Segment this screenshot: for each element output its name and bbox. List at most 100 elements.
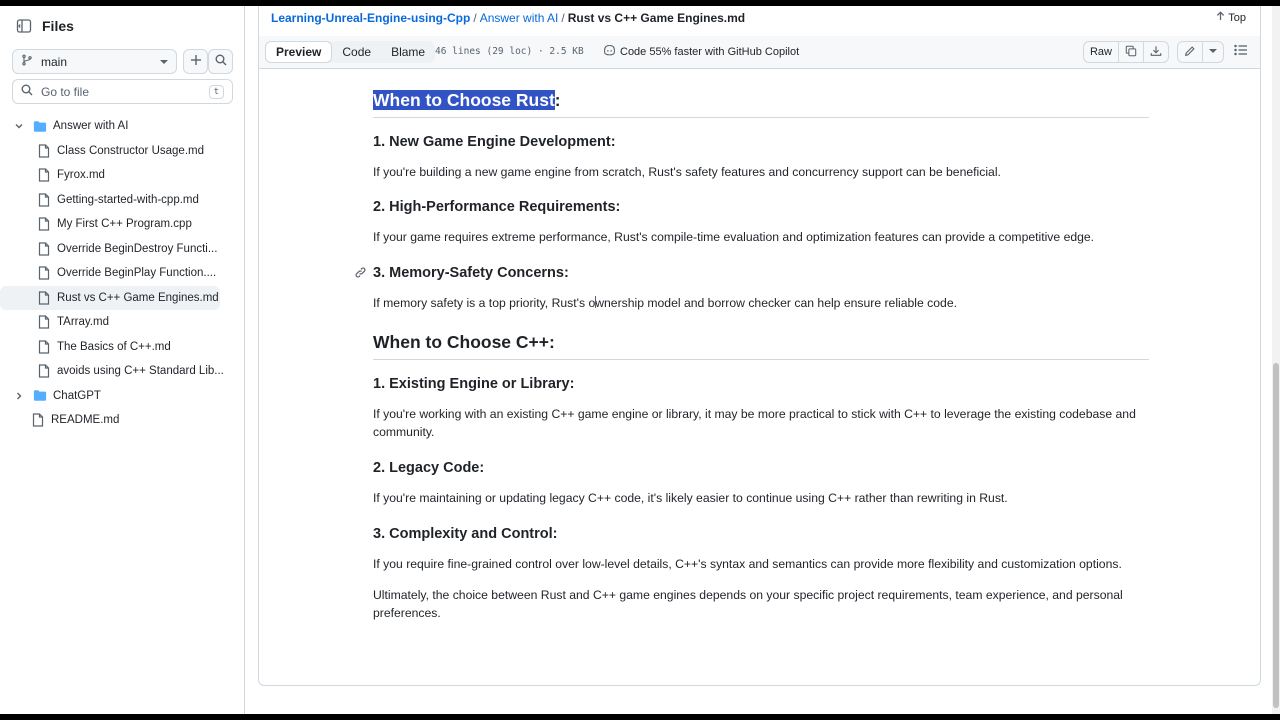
go-to-file-input[interactable]: Go to file t <box>12 79 233 104</box>
file-icon <box>37 217 51 231</box>
tree-file[interactable]: Override BeginPlay Function.... <box>0 261 244 286</box>
tree-item-label: Rust vs C++ Game Engines.md <box>57 291 219 304</box>
file-icon <box>37 291 51 305</box>
file-icon <box>37 242 51 256</box>
tree-item-label: avoids using C++ Standard Lib... <box>57 365 224 378</box>
tree-item-label: Fyrox.md <box>57 169 105 182</box>
edit-button[interactable] <box>1178 42 1203 62</box>
back-to-top-button[interactable]: Top <box>1216 11 1246 24</box>
heading-suffix: : <box>554 90 561 110</box>
file-actions: Raw <box>1075 41 1248 63</box>
breadcrumb-repo-link[interactable]: Learning-Unreal-Engine-using-Cpp <box>271 11 470 25</box>
tree-item-label: ChatGPT <box>53 389 101 402</box>
tree-item-label: Getting-started-with-cpp.md <box>57 193 199 206</box>
tab-preview[interactable]: Preview <box>265 41 333 63</box>
sidebar-header: Files <box>12 14 74 38</box>
tree-item-label: Class Constructor Usage.md <box>57 144 204 157</box>
caret-down-icon <box>1209 46 1217 58</box>
go-to-file-placeholder: Go to file <box>41 84 90 99</box>
back-to-top-label: Top <box>1228 12 1246 24</box>
link-icon[interactable] <box>354 266 367 283</box>
pencil-icon <box>1184 45 1196 60</box>
heading-rust-1: 1. New Game Engine Development: <box>373 134 616 150</box>
edit-actions-group <box>1177 41 1224 63</box>
heading-when-to-choose-cpp: When to Choose C++: <box>373 332 1149 360</box>
tree-file[interactable]: TArray.md <box>0 310 244 335</box>
tree-file[interactable]: Getting-started-with-cpp.md <box>0 188 244 213</box>
paragraph: If your game requires extreme performanc… <box>373 230 1095 244</box>
paragraph: If you require fine-grained control over… <box>373 557 1122 571</box>
copy-icon <box>1125 45 1137 60</box>
folder-icon <box>33 389 47 403</box>
copilot-promo-link[interactable]: Code 55% faster with GitHub Copilot <box>603 44 799 59</box>
heading-when-to-choose-rust: When to Choose Rust: <box>373 90 1149 118</box>
tree-item-label: TArray.md <box>57 316 109 329</box>
tree-folder-answer-with-ai[interactable]: Answer with AI <box>0 114 244 139</box>
view-mode-tabs: Preview Code Blame <box>265 41 436 63</box>
file-icon <box>37 168 51 182</box>
list-unordered-icon <box>1234 43 1248 61</box>
file-toolbar: Preview Code Blame 46 lines (29 loc) · 2… <box>259 36 1260 69</box>
tree-file-active[interactable]: Rust vs C++ Game Engines.md <box>0 285 220 310</box>
search-icon <box>21 84 33 99</box>
tree-file[interactable]: avoids using C++ Standard Lib... <box>0 359 244 384</box>
collapse-sidebar-icon[interactable] <box>12 14 36 38</box>
breadcrumb-separator: / <box>473 11 477 25</box>
search-files-button[interactable] <box>208 49 233 74</box>
branch-name: main <box>41 54 68 69</box>
branch-selector[interactable]: main <box>12 49 177 74</box>
copilot-icon <box>603 44 616 59</box>
scrollbar-thumb[interactable] <box>1273 363 1279 708</box>
tree-file[interactable]: The Basics of C++.md <box>0 335 244 360</box>
breadcrumb-separator: / <box>561 11 565 25</box>
tree-folder-chatgpt[interactable]: ChatGPT <box>0 384 244 409</box>
markdown-body: When to Choose Rust: 1. New Game Engine … <box>355 70 1149 622</box>
tree-file[interactable]: README.md <box>0 408 244 433</box>
file-viewer: Learning-Unreal-Engine-using-Cpp / Answer … <box>258 6 1261 686</box>
tree-item-label: README.md <box>51 414 120 427</box>
tree-item-label: Override BeginDestroy Functi... <box>57 242 218 255</box>
paragraph: If you're maintaining or updating legacy… <box>373 491 1008 505</box>
file-tree: Answer with AI Class Constructor Usage.m… <box>0 114 244 433</box>
tree-file[interactable]: My First C++ Program.cpp <box>0 212 244 237</box>
heading-rust-3: 3. Memory-Safety Concerns: <box>355 265 1149 281</box>
heading-text: 3. Memory-Safety Concerns: <box>373 265 569 281</box>
shortcut-key: t <box>208 84 224 99</box>
file-icon <box>37 144 51 158</box>
breadcrumb-current-file: Rust vs C++ Game Engines.md <box>567 11 746 25</box>
copilot-promo-text: Code 55% faster with GitHub Copilot <box>620 45 800 58</box>
add-file-button[interactable] <box>183 49 208 74</box>
edit-dropdown-button[interactable] <box>1203 42 1223 62</box>
sidebar-title: Files <box>42 18 74 34</box>
tree-file[interactable]: Fyrox.md <box>0 163 244 188</box>
download-button[interactable] <box>1144 42 1168 62</box>
tree-file[interactable]: Override BeginDestroy Functi... <box>0 237 244 262</box>
heading-cpp-1: 1. Existing Engine or Library: <box>373 376 575 392</box>
tree-item-label: Override BeginPlay Function.... <box>57 267 217 280</box>
tree-file[interactable]: Class Constructor Usage.md <box>0 139 244 164</box>
plus-icon <box>190 53 202 71</box>
file-icon <box>37 340 51 354</box>
paragraph: If you're building a new game engine fro… <box>373 165 1001 179</box>
paragraph: If you're working with an existing C++ g… <box>373 407 1136 439</box>
file-icon <box>37 315 51 329</box>
raw-button[interactable]: Raw <box>1084 42 1119 62</box>
tab-blame[interactable]: Blame <box>381 41 435 63</box>
raw-actions-group: Raw <box>1082 41 1169 63</box>
file-icon <box>31 413 45 427</box>
page-scrollbar[interactable] <box>1272 6 1280 714</box>
git-branch-icon <box>21 54 33 69</box>
copy-raw-button[interactable] <box>1119 42 1144 62</box>
breadcrumb: Learning-Unreal-Engine-using-Cpp / Answer … <box>271 11 745 25</box>
paragraph: If memory safety is a top priority, Rust… <box>373 296 957 310</box>
file-icon <box>37 364 51 378</box>
selected-text: When to Choose Rust <box>373 90 555 110</box>
tree-item-label: My First C++ Program.cpp <box>57 218 192 231</box>
heading-cpp-2: 2. Legacy Code: <box>373 460 485 476</box>
outline-button[interactable] <box>1234 43 1248 61</box>
folder-open-icon <box>33 119 47 133</box>
breadcrumb-folder-link[interactable]: Answer with AI <box>480 11 559 25</box>
tab-code[interactable]: Code <box>332 41 381 63</box>
caret-down-icon <box>160 55 168 69</box>
browser-viewport: Files main Go to file t Answer with AI C… <box>0 6 1280 714</box>
